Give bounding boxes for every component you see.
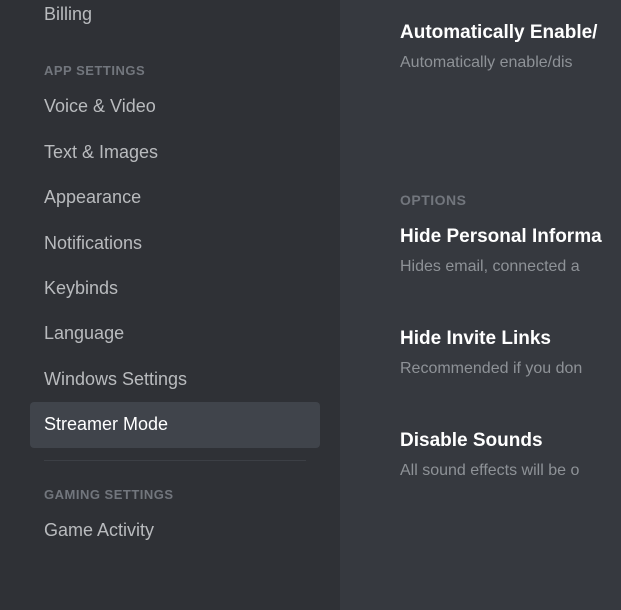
sidebar-section-app-settings: APP SETTINGS (30, 55, 320, 84)
settings-sidebar: Billing APP SETTINGS Voice & Video Text … (0, 0, 340, 610)
sidebar-item-streamer-mode[interactable]: Streamer Mode (30, 402, 320, 447)
option-hide-invite-links: Hide Invite Links Recommended if you don (400, 328, 621, 378)
options-header: OPTIONS (400, 192, 621, 208)
sidebar-item-game-activity[interactable]: Game Activity (30, 508, 320, 553)
option-title: Hide Invite Links (400, 328, 621, 350)
option-hide-personal-info: Hide Personal Informa Hides email, conne… (400, 226, 621, 276)
option-title: Hide Personal Informa (400, 226, 621, 248)
sidebar-item-text-images[interactable]: Text & Images (30, 130, 320, 175)
sidebar-item-keybinds[interactable]: Keybinds (30, 266, 320, 311)
option-disable-sounds: Disable Sounds All sound effects will be… (400, 430, 621, 480)
option-desc: Hides email, connected a (400, 258, 621, 276)
auto-enable-desc: Automatically enable/dis (400, 54, 621, 72)
sidebar-item-appearance[interactable]: Appearance (30, 175, 320, 220)
sidebar-item-windows-settings[interactable]: Windows Settings (30, 357, 320, 402)
sidebar-divider (44, 460, 306, 461)
sidebar-section-gaming-settings: GAMING SETTINGS (30, 479, 320, 508)
sidebar-item-voice-video[interactable]: Voice & Video (30, 84, 320, 129)
option-desc: All sound effects will be o (400, 462, 621, 480)
auto-enable-title: Automatically Enable/ (400, 22, 621, 44)
option-title: Disable Sounds (400, 430, 621, 452)
sidebar-item-billing[interactable]: Billing (30, 0, 320, 37)
option-desc: Recommended if you don (400, 360, 621, 378)
settings-main-panel: Automatically Enable/ Automatically enab… (340, 0, 621, 610)
sidebar-item-notifications[interactable]: Notifications (30, 221, 320, 266)
sidebar-item-language[interactable]: Language (30, 311, 320, 356)
